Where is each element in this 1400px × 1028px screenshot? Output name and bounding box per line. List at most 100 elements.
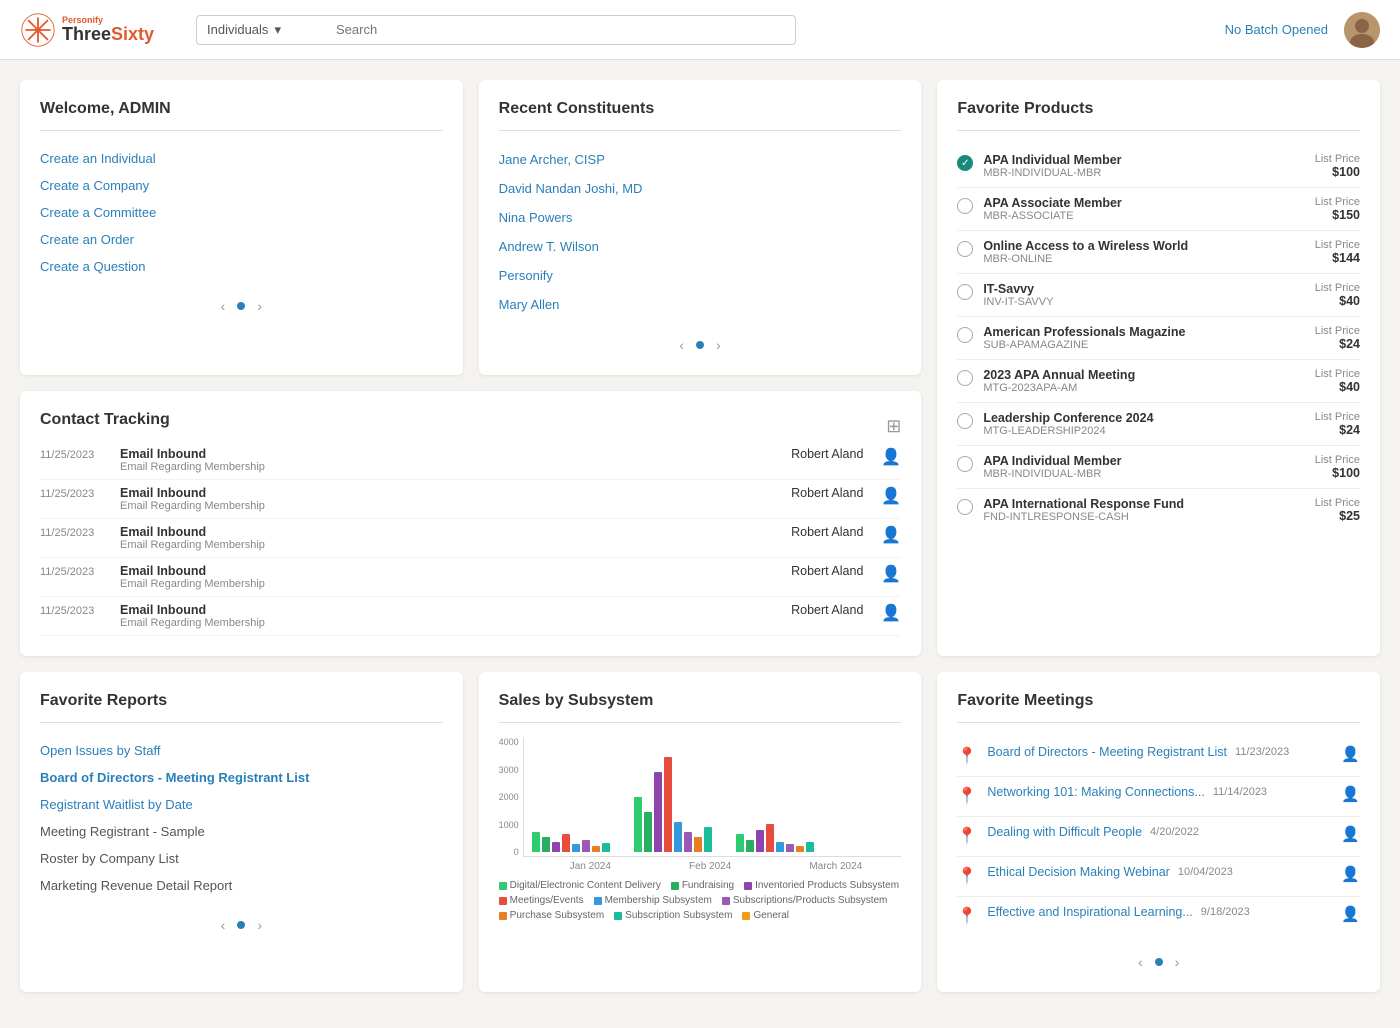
chart-group-1 (634, 757, 712, 852)
product-price-7: List Price$100 (1315, 454, 1360, 480)
contact-action-btn-2[interactable]: 👤 (881, 525, 901, 545)
product-radio-7[interactable] (957, 456, 973, 472)
search-input[interactable] (326, 15, 796, 45)
product-item-8: APA International Response FundFND-INTLR… (957, 489, 1360, 531)
legend-label-8: General (753, 910, 789, 921)
legend-dot-8 (742, 912, 750, 920)
contact-action-btn-0[interactable]: 👤 (881, 447, 901, 467)
price-label-3: List Price (1315, 282, 1360, 294)
chart-container: 40003000200010000 Jan 2024Feb 2024March … (499, 737, 902, 921)
meeting-name-3[interactable]: Ethical Decision Making Webinar (987, 865, 1170, 879)
product-info-0: APA Individual MemberMBR-INDIVIDUAL-MBR (983, 153, 1304, 179)
meeting-name-1[interactable]: Networking 101: Making Connections... (987, 785, 1204, 799)
meetings-next-btn[interactable]: › (1171, 952, 1184, 972)
report-link-2[interactable]: Registrant Waitlist by Date (40, 791, 443, 818)
contact-type-name-3: Email Inbound (120, 564, 753, 578)
welcome-link-4[interactable]: Create a Question (40, 253, 443, 280)
chart-bar-0-1 (542, 837, 550, 852)
chart-group-2 (736, 824, 814, 852)
product-radio-3[interactable] (957, 284, 973, 300)
product-name-8: APA International Response Fund (983, 497, 1304, 511)
meeting-date-1: 11/14/2023 (1213, 786, 1267, 798)
price-value-2: $144 (1315, 251, 1360, 265)
meeting-row-1: Networking 101: Making Connections... 11… (987, 785, 1333, 799)
meeting-action-btn-1[interactable]: 👤 (1341, 785, 1360, 803)
contact-action-btn-3[interactable]: 👤 (881, 564, 901, 584)
constituent-link-3[interactable]: Andrew T. Wilson (499, 232, 902, 261)
product-radio-1[interactable] (957, 198, 973, 214)
product-name-1: APA Associate Member (983, 196, 1304, 210)
constituent-link-5[interactable]: Mary Allen (499, 290, 902, 319)
meeting-name-4[interactable]: Effective and Inspirational Learning... (987, 905, 1192, 919)
contact-action-btn-4[interactable]: 👤 (881, 603, 901, 623)
contact-action-btn-1[interactable]: 👤 (881, 486, 901, 506)
contact-date-0: 11/25/2023 (40, 447, 110, 461)
price-label-4: List Price (1315, 325, 1360, 337)
meeting-date-0: 11/23/2023 (1235, 746, 1289, 758)
chart-bar-0-7 (602, 843, 610, 852)
legend-item-8: General (742, 910, 789, 921)
meeting-action-btn-4[interactable]: 👤 (1341, 905, 1360, 923)
constituent-link-0[interactable]: Jane Archer, CISP (499, 145, 902, 174)
recent-next-btn[interactable]: › (712, 335, 725, 355)
meeting-action-btn-3[interactable]: 👤 (1341, 865, 1360, 883)
logo-icon (20, 12, 56, 48)
constituent-link-4[interactable]: Personify (499, 261, 902, 290)
product-code-3: INV-IT-SAVVY (983, 296, 1304, 308)
recent-constituents-card: Recent Constituents Jane Archer, CISPDav… (479, 80, 922, 375)
product-radio-8[interactable] (957, 499, 973, 515)
reports-pag-dot (237, 921, 245, 929)
y-axis-label: 0 (499, 847, 519, 857)
product-radio-5[interactable] (957, 370, 973, 386)
meeting-action-btn-0[interactable]: 👤 (1341, 745, 1360, 763)
constituent-link-1[interactable]: David Nandan Joshi, MD (499, 174, 902, 203)
product-radio-0[interactable] (957, 155, 973, 171)
no-batch-label[interactable]: No Batch Opened (1225, 22, 1328, 37)
search-type-dropdown[interactable]: Individuals ▾ (196, 15, 326, 45)
meeting-name-2[interactable]: Dealing with Difficult People (987, 825, 1142, 839)
chart-bar-1-2 (654, 772, 662, 852)
welcome-link-3[interactable]: Create an Order (40, 226, 443, 253)
welcome-next-btn[interactable]: › (253, 296, 266, 316)
chart-month-label: Jan 2024 (570, 861, 611, 872)
product-radio-2[interactable] (957, 241, 973, 257)
report-link-1[interactable]: Board of Directors - Meeting Registrant … (40, 764, 443, 791)
chart-wrapper: 40003000200010000 Jan 2024Feb 2024March … (499, 737, 902, 872)
product-info-6: Leadership Conference 2024MTG-LEADERSHIP… (983, 411, 1304, 437)
chart-bar-2-5 (786, 844, 794, 852)
recent-pagination: ‹ › (499, 335, 902, 355)
chart-group-0 (532, 832, 610, 852)
meetings-prev-btn[interactable]: ‹ (1134, 952, 1147, 972)
user-avatar[interactable] (1344, 12, 1380, 48)
welcome-link-2[interactable]: Create a Committee (40, 199, 443, 226)
welcome-link-0[interactable]: Create an Individual (40, 145, 443, 172)
legend-item-5: Subscriptions/Products Subsystem (722, 895, 888, 906)
chart-bar-1-7 (704, 827, 712, 852)
meeting-row-2: Dealing with Difficult People 4/20/2022 (987, 825, 1333, 839)
meeting-name-0[interactable]: Board of Directors - Meeting Registrant … (987, 745, 1227, 759)
contact-type-name-2: Email Inbound (120, 525, 753, 539)
welcome-prev-btn[interactable]: ‹ (217, 296, 230, 316)
product-item-3: IT-SavvyINV-IT-SAVVYList Price$40 (957, 274, 1360, 317)
recent-prev-btn[interactable]: ‹ (675, 335, 688, 355)
price-label-6: List Price (1315, 411, 1360, 423)
price-label-1: List Price (1315, 196, 1360, 208)
product-price-6: List Price$24 (1315, 411, 1360, 437)
y-axis-labels: 40003000200010000 (499, 737, 523, 857)
constituent-link-2[interactable]: Nina Powers (499, 203, 902, 232)
product-radio-4[interactable] (957, 327, 973, 343)
legend-item-7: Subscription Subsystem (614, 910, 732, 921)
grid-view-icon[interactable]: ⊞ (886, 416, 901, 437)
report-link-0[interactable]: Open Issues by Staff (40, 737, 443, 764)
contact-header: Contact Tracking ⊞ (40, 411, 901, 441)
reports-next-btn[interactable]: › (253, 915, 266, 935)
welcome-link-1[interactable]: Create a Company (40, 172, 443, 199)
chart-bar-1-6 (694, 837, 702, 852)
meeting-action-btn-2[interactable]: 👤 (1341, 825, 1360, 843)
meeting-row-3: Ethical Decision Making Webinar 10/04/20… (987, 865, 1333, 879)
contact-type-name-1: Email Inbound (120, 486, 753, 500)
favorite-meetings-card: Favorite Meetings 📍 Board of Directors -… (937, 672, 1380, 992)
meetings-pagination: ‹ › (957, 952, 1360, 972)
reports-prev-btn[interactable]: ‹ (217, 915, 230, 935)
product-radio-6[interactable] (957, 413, 973, 429)
